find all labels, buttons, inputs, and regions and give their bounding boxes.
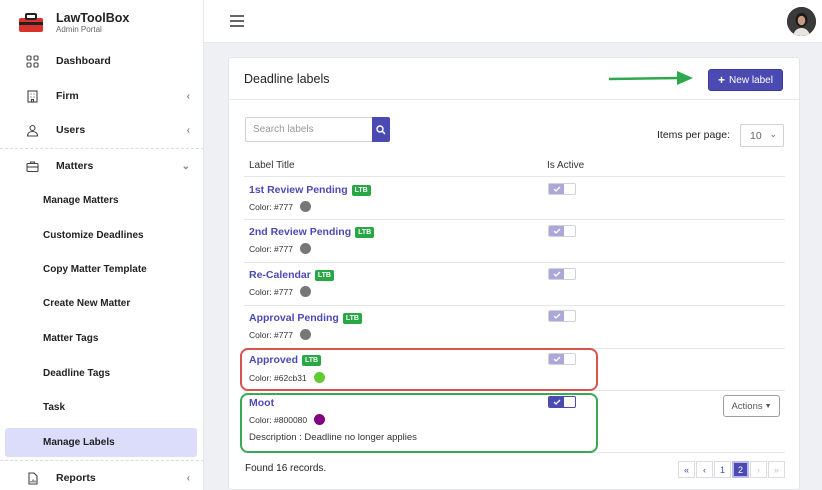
briefcase-icon: [25, 159, 39, 173]
label-color: Color: #777: [249, 286, 311, 297]
label-title-text: Approval Pending: [249, 312, 339, 324]
sidebar-item-label: Reports: [56, 472, 96, 484]
column-header-label-title: Label Title: [249, 160, 295, 171]
new-label-button-text: New label: [729, 74, 773, 86]
chevron-left-icon: ‹: [186, 472, 190, 484]
column-header-is-active: Is Active: [547, 160, 585, 171]
highlight-box-red: [240, 348, 598, 391]
is-active-toggle[interactable]: [548, 225, 576, 237]
toolbox-logo-icon: [18, 13, 44, 33]
check-icon: [549, 226, 564, 236]
label-title-link[interactable]: 1st Review Pending LTB: [249, 184, 371, 196]
table-divider: [244, 176, 785, 177]
label-color-text: Color: #777: [249, 286, 293, 297]
new-label-button[interactable]: + New label: [708, 69, 783, 91]
sidebar-item-firm[interactable]: Firm ‹: [0, 79, 204, 113]
label-title-link[interactable]: Approval Pending LTB: [249, 312, 362, 324]
sidebar: LawToolBox Admin Portal Dashboard Firm ‹…: [0, 0, 204, 490]
pager-first[interactable]: «: [678, 461, 695, 478]
avatar[interactable]: [787, 7, 816, 36]
chevron-left-icon: ‹: [186, 124, 190, 136]
items-per-page-label: Items per page:: [657, 129, 730, 141]
label-title-text: 1st Review Pending: [249, 184, 348, 196]
chevron-down-icon: ⌄: [181, 160, 190, 172]
building-icon: [25, 89, 39, 103]
items-per-page-select[interactable]: 10 ⌄: [740, 124, 784, 147]
sidebar-item-reports[interactable]: Reports ‹: [0, 461, 204, 490]
pager-page-1[interactable]: 1: [714, 461, 731, 478]
sidebar-item-label: Matters: [56, 160, 94, 172]
users-icon: [25, 123, 39, 137]
brand-title: LawToolBox: [56, 11, 130, 25]
report-icon: [25, 471, 39, 485]
pager-page-2[interactable]: 2: [732, 461, 749, 478]
page-title: Deadline labels: [244, 72, 330, 86]
search-input[interactable]: [245, 117, 373, 142]
actions-button-text: Actions: [731, 400, 763, 412]
sidebar-item-dashboard[interactable]: Dashboard: [0, 44, 204, 78]
arrow-right-icon: [609, 71, 693, 85]
color-swatch: [299, 243, 311, 254]
sidebar-item-users[interactable]: Users ‹: [0, 113, 204, 147]
label-color-text: Color: #777: [249, 243, 293, 254]
highlight-box-green: [240, 393, 598, 453]
sidebar-subitem-deadline-tags[interactable]: Deadline Tags: [43, 368, 110, 379]
search-button[interactable]: [372, 117, 390, 142]
is-active-toggle[interactable]: [548, 310, 576, 322]
pager-next[interactable]: ›: [750, 461, 767, 478]
label-color: Color: #777: [249, 201, 311, 212]
color-swatch: [299, 201, 311, 212]
brand-subtitle: Admin Portal: [56, 25, 102, 34]
card-header: Deadline labels + New label: [229, 58, 799, 100]
ltb-badge: LTB: [314, 269, 334, 281]
sidebar-item-matters[interactable]: Matters ⌄: [0, 149, 204, 183]
actions-button[interactable]: Actions ▼: [723, 395, 780, 417]
sidebar-subitem-create-new-matter[interactable]: Create New Matter: [43, 298, 130, 309]
label-color-text: Color: #777: [249, 329, 293, 340]
sidebar-subitem-copy-matter-template[interactable]: Copy Matter Template: [43, 264, 147, 275]
check-icon: [549, 269, 564, 279]
pager-last[interactable]: »: [768, 461, 785, 478]
items-per-page-value: 10: [750, 129, 762, 142]
sidebar-subitem-customize-deadlines[interactable]: Customize Deadlines: [43, 230, 144, 241]
ltb-badge: LTB: [342, 312, 362, 324]
brand[interactable]: LawToolBox Admin Portal: [18, 8, 129, 38]
plus-icon: +: [718, 73, 726, 87]
sidebar-item-label: Dashboard: [56, 55, 111, 67]
search-icon: [376, 124, 386, 135]
sidebar-item-label: Firm: [56, 90, 79, 102]
pagination: « ‹ 1 2 › »: [677, 461, 785, 478]
caret-down-icon: ▼: [764, 402, 772, 410]
label-color: Color: #777: [249, 243, 311, 254]
sidebar-subitem-task[interactable]: Task: [43, 402, 65, 413]
chevron-left-icon: ‹: [186, 90, 190, 102]
ltb-badge: LTB: [355, 226, 375, 238]
is-active-toggle[interactable]: [548, 268, 576, 280]
grid-icon: [25, 54, 39, 68]
table-divider: [244, 219, 785, 220]
ltb-badge: LTB: [351, 184, 371, 196]
sidebar-subitem-manage-matters[interactable]: Manage Matters: [43, 195, 119, 206]
color-swatch: [299, 329, 311, 340]
is-active-toggle[interactable]: [548, 183, 576, 195]
pager-prev[interactable]: ‹: [696, 461, 713, 478]
label-title-link[interactable]: Re-Calendar LTB: [249, 269, 334, 281]
table-divider: [244, 305, 785, 306]
sidebar-item-label: Users: [56, 124, 86, 136]
chevron-down-icon: ⌄: [769, 129, 777, 139]
color-swatch: [299, 286, 311, 297]
label-color: Color: #777: [249, 329, 311, 340]
hamburger-menu-icon[interactable]: [230, 15, 244, 27]
label-title-link[interactable]: 2nd Review Pending LTB: [249, 226, 375, 238]
sidebar-subitem-matter-tags[interactable]: Matter Tags: [43, 333, 98, 344]
records-count: Found 16 records.: [245, 463, 327, 474]
label-title-text: Re-Calendar: [249, 269, 311, 281]
label-color-text: Color: #777: [249, 201, 293, 212]
table-divider: [244, 262, 785, 263]
topbar: [204, 0, 822, 43]
check-icon: [549, 184, 564, 194]
sidebar-subitem-manage-labels[interactable]: Manage Labels: [43, 437, 115, 448]
label-title-text: 2nd Review Pending: [249, 226, 352, 238]
check-icon: [549, 311, 564, 321]
